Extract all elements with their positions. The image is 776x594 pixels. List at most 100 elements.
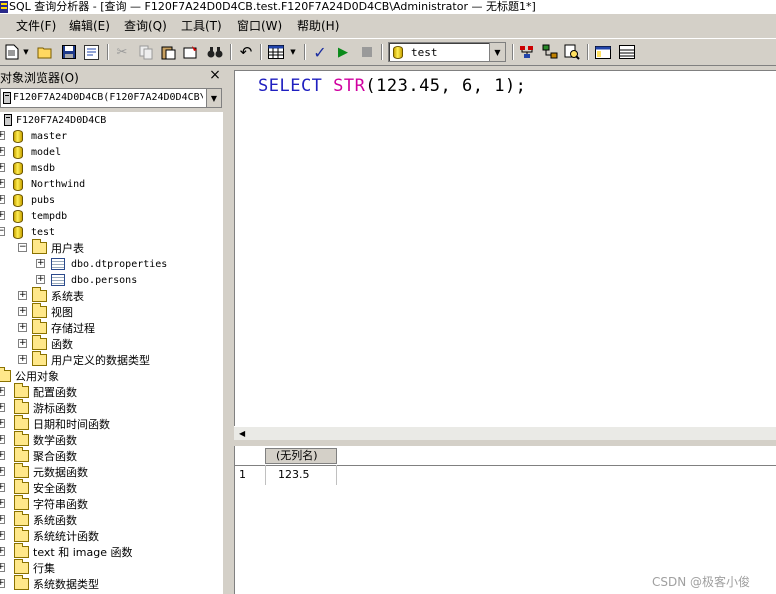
expand-icon[interactable]: + [18, 307, 27, 316]
results-grid-icon[interactable] [267, 43, 285, 61]
expand-icon[interactable]: + [0, 451, 5, 460]
tree-node-table[interactable]: + dbo.persons [36, 272, 137, 288]
result-cell[interactable]: 123.5 [278, 468, 310, 481]
find-binoculars-icon[interactable] [206, 43, 224, 61]
stop-icon[interactable] [358, 43, 376, 61]
expand-icon[interactable]: + [36, 275, 45, 284]
expand-icon[interactable]: + [0, 419, 5, 428]
tree-node-database[interactable]: + tempdb [0, 208, 67, 224]
tree-node-folder[interactable]: + 安全函数 [0, 479, 77, 496]
tree-node-folder[interactable]: + 存储过程 [18, 319, 95, 336]
sql-arguments: (123.45, 6, 1); [365, 76, 527, 96]
tree-node-common-objects[interactable]: 公用对象 [0, 367, 59, 384]
expand-icon[interactable]: + [0, 435, 5, 444]
expand-icon[interactable]: + [0, 163, 5, 172]
undo-icon[interactable]: ↶ [237, 43, 255, 61]
expand-icon[interactable]: + [0, 131, 5, 140]
results-mode-dropdown-icon[interactable]: ▼ [288, 43, 298, 61]
expand-icon[interactable]: + [18, 339, 27, 348]
tree-node-database[interactable]: + pubs [0, 192, 55, 208]
menu-help[interactable]: 帮助(H) [297, 18, 339, 34]
collapse-icon[interactable]: − [0, 227, 5, 236]
menu-window[interactable]: 窗口(W) [237, 18, 282, 34]
expand-icon[interactable]: + [0, 515, 5, 524]
tree-node-folder[interactable]: + 配置函数 [0, 383, 77, 400]
menu-file[interactable]: 文件(F) [16, 18, 56, 34]
tree-node-database[interactable]: + model [0, 144, 61, 160]
database-select[interactable]: test ▼ [388, 42, 506, 62]
tree-node-folder[interactable]: + 系统表 [18, 287, 84, 304]
tree-node-folder[interactable]: + 数学函数 [0, 431, 77, 448]
expand-icon[interactable]: + [0, 547, 5, 556]
server-select[interactable]: F120F7A24D0D4CB(F120F7A24D0D4CB\ ▼ [0, 88, 222, 108]
open-folder-icon[interactable] [36, 43, 54, 61]
column-header[interactable]: (无列名) [265, 448, 337, 464]
expand-icon[interactable]: + [0, 147, 5, 156]
expand-icon[interactable]: + [0, 387, 5, 396]
tree-node-folder[interactable]: + 日期和时间函数 [0, 415, 110, 432]
copy-icon[interactable] [137, 43, 155, 61]
expand-icon[interactable]: + [0, 563, 5, 572]
tree-label: test [31, 226, 56, 238]
expand-icon[interactable]: + [0, 483, 5, 492]
tree-node-folder[interactable]: + 聚合函数 [0, 447, 77, 464]
tree-node-folder[interactable]: + 系统统计函数 [0, 527, 99, 544]
cut-icon[interactable]: ✂ [113, 43, 131, 61]
expand-icon[interactable]: + [36, 259, 45, 268]
save-icon[interactable] [60, 43, 78, 61]
expand-icon[interactable]: + [0, 211, 5, 220]
tree-node-folder[interactable]: + 字符串函数 [0, 495, 88, 512]
find-replace-icon[interactable] [182, 43, 200, 61]
expand-icon[interactable]: + [0, 531, 5, 540]
tree-node-table[interactable]: + dbo.dtproperties [36, 256, 167, 272]
new-query-dropdown-icon[interactable]: ▼ [21, 43, 31, 61]
close-icon[interactable]: × [208, 68, 222, 83]
chevron-down-icon[interactable]: ▼ [489, 43, 505, 61]
tree-node-folder[interactable]: + 视图 [18, 303, 73, 320]
tree-node-folder[interactable]: + 系统函数 [0, 511, 77, 528]
tree-node-folder[interactable]: + 元数据函数 [0, 463, 88, 480]
expand-icon[interactable]: + [18, 323, 27, 332]
object-browser-scrollbar[interactable] [222, 112, 226, 594]
menu-tools[interactable]: 工具(T) [181, 18, 222, 34]
menu-edit[interactable]: 编辑(E) [69, 18, 110, 34]
display-plan-icon[interactable] [518, 43, 536, 61]
tree-node-folder[interactable]: + 函数 [18, 335, 73, 352]
tree-node-database[interactable]: + msdb [0, 160, 55, 176]
database-icon [13, 193, 23, 207]
expand-icon[interactable]: + [0, 195, 5, 204]
expand-icon[interactable]: + [18, 355, 27, 364]
new-query-icon[interactable] [3, 43, 21, 61]
expand-icon[interactable]: + [0, 579, 5, 588]
scroll-left-icon[interactable]: ◀ [239, 429, 245, 438]
tree-node-database[interactable]: + Northwind [0, 176, 85, 192]
index-tuning-icon[interactable] [563, 43, 581, 61]
tree-node-user-tables[interactable]: − 用户表 [18, 239, 84, 256]
expand-icon[interactable]: + [0, 467, 5, 476]
paste-icon[interactable] [159, 43, 177, 61]
results-pane-icon[interactable] [618, 43, 636, 61]
object-browser-icon[interactable] [594, 43, 612, 61]
execute-icon[interactable]: ▶ [334, 43, 352, 61]
collapse-icon[interactable]: − [18, 243, 27, 252]
tree-node-folder[interactable]: + 行集 [0, 559, 55, 576]
expand-icon[interactable]: + [0, 499, 5, 508]
tree-node-folder[interactable]: + 用户定义的数据类型 [18, 351, 150, 368]
tree-node-server[interactable]: F120F7A24D0D4CB [4, 112, 106, 128]
query-editor[interactable]: SELECT STR(123.45, 6, 1); [234, 70, 776, 426]
editor-horizontal-scrollbar[interactable]: ◀ [234, 426, 776, 440]
parse-check-icon[interactable]: ✓ [311, 43, 329, 62]
expand-icon[interactable]: + [18, 291, 27, 300]
expand-icon[interactable]: + [0, 179, 5, 188]
show-plan-icon[interactable] [541, 43, 559, 61]
insert-template-icon[interactable] [82, 43, 100, 61]
chevron-down-icon[interactable]: ▼ [206, 89, 221, 107]
expand-icon[interactable]: + [0, 403, 5, 412]
tree-node-folder[interactable]: + 系统数据类型 [0, 575, 99, 592]
tree-label: pubs [31, 194, 56, 206]
tree-node-database[interactable]: + master [0, 128, 67, 144]
tree-node-folder[interactable]: + 游标函数 [0, 399, 77, 416]
tree-node-database-test[interactable]: − test [0, 224, 55, 240]
tree-node-folder[interactable]: + text 和 image 函数 [0, 543, 132, 560]
menu-query[interactable]: 查询(Q) [124, 18, 167, 34]
